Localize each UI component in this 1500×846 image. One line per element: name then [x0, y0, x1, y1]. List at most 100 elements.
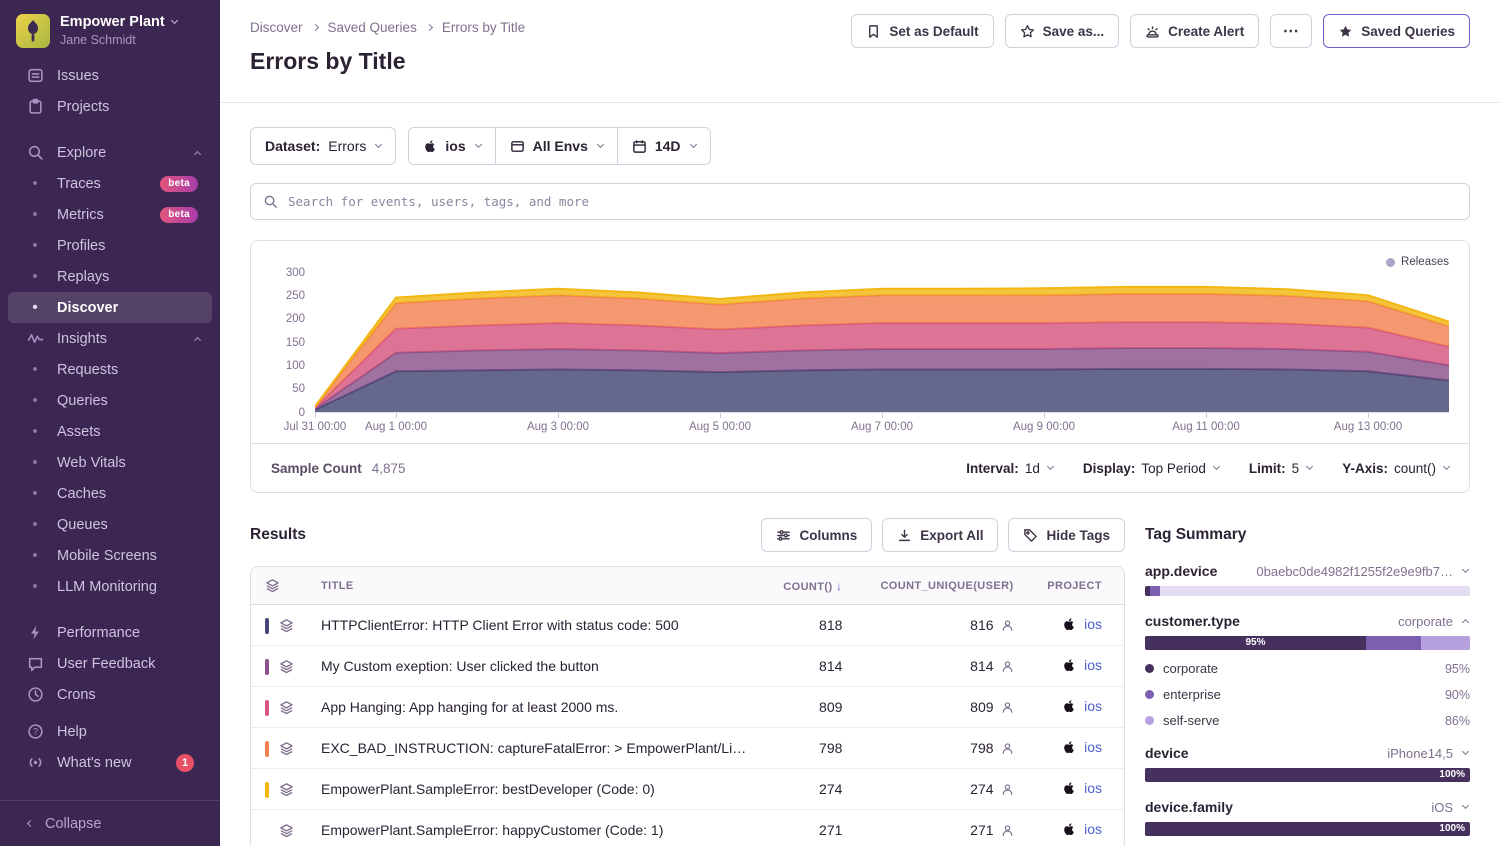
save-as-button[interactable]: Save as... — [1005, 14, 1120, 48]
sidebar-item-caches[interactable]: • Caches — [0, 478, 220, 509]
sidebar-item-label: Projects — [57, 99, 109, 115]
sidebar-item-insights[interactable]: Insights — [0, 323, 220, 354]
environment-selector[interactable]: All Envs — [496, 127, 618, 165]
tag-distribution-bar[interactable]: 100% — [1145, 768, 1470, 782]
sidebar-item-requests[interactable]: • Requests — [0, 354, 220, 385]
sidebar-item-crons[interactable]: Crons — [0, 679, 220, 710]
legend-label: enterprise — [1163, 687, 1221, 702]
tag-distribution-bar[interactable]: 95% — [1145, 636, 1470, 650]
column-header-count-unique[interactable]: COUNT_UNIQUE(USER) — [856, 567, 1027, 605]
sidebar-item-queries[interactable]: • Queries — [0, 385, 220, 416]
sidebar-item-label: What's new — [57, 755, 132, 771]
sidebar-item-label: Profiles — [57, 238, 105, 254]
sidebar-item-profiles[interactable]: • Profiles — [0, 230, 220, 261]
event-title-link[interactable]: EXC_BAD_INSTRUCTION: captureFatalError: … — [321, 740, 757, 756]
display-selector[interactable]: Display: Top Period — [1083, 461, 1219, 476]
sidebar-item-label: Insights — [57, 331, 107, 347]
sidebar-item-mobile-screens[interactable]: • Mobile Screens — [0, 540, 220, 571]
project-link[interactable]: ios — [1084, 698, 1102, 714]
user-icon — [1001, 619, 1014, 632]
count-value: 274 — [819, 781, 842, 797]
event-title-link[interactable]: EmpowerPlant.SampleError: bestDeveloper … — [321, 781, 655, 797]
breadcrumb-discover[interactable]: Discover — [250, 20, 303, 35]
chevron-down-icon — [1462, 802, 1469, 809]
project-link[interactable]: ios — [1084, 821, 1102, 837]
project-link[interactable]: ios — [1084, 739, 1102, 755]
column-header-count[interactable]: COUNT() ↓ — [764, 567, 857, 605]
event-title-link[interactable]: My Custom exeption: User clicked the but… — [321, 658, 599, 674]
interval-selector[interactable]: Interval: 1d — [966, 461, 1053, 476]
search-bar[interactable] — [250, 183, 1470, 220]
sidebar-item-user-feedback[interactable]: User Feedback — [0, 648, 220, 679]
tag-summary-panel: Tag Summary app.device0baebc0de4982f1255… — [1145, 517, 1470, 846]
project-link[interactable]: ios — [1084, 616, 1102, 632]
columns-button[interactable]: Columns — [761, 518, 872, 552]
chevron-down-icon — [1047, 463, 1054, 470]
y-tick-label: 200 — [286, 314, 305, 326]
tag-section-header[interactable]: app.device0baebc0de4982f1255f2e9e9fb7… — [1145, 563, 1470, 579]
project-link[interactable]: ios — [1084, 657, 1102, 673]
chevron-down-icon — [1213, 463, 1220, 470]
layers-icon — [279, 741, 294, 756]
sidebar-collapse-button[interactable]: Collapse — [0, 800, 220, 846]
tag-distribution-bar[interactable] — [1145, 586, 1470, 596]
tag-legend-row[interactable]: enterprise 90% — [1145, 687, 1470, 702]
limit-selector[interactable]: Limit: 5 — [1249, 461, 1312, 476]
tag-legend-row[interactable]: corporate95% — [1145, 661, 1470, 676]
tag-legend-row[interactable]: self-serve86% — [1145, 713, 1470, 728]
x-tick-mark — [1206, 413, 1207, 418]
sidebar-item-assets[interactable]: • Assets — [0, 416, 220, 447]
yaxis-selector[interactable]: Y-Axis: count() — [1342, 461, 1449, 476]
sidebar-item-issues[interactable]: Issues — [0, 60, 220, 91]
event-title-link[interactable]: App Hanging: App hanging for at least 20… — [321, 699, 618, 715]
tag-section-header[interactable]: device.familyiOS — [1145, 799, 1470, 815]
column-header-project[interactable]: PROJECT — [1028, 567, 1124, 605]
bullet-icon: • — [26, 362, 44, 377]
tag-sections: app.device0baebc0de4982f1255f2e9e9fb7… cu… — [1145, 563, 1470, 846]
dataset-selector[interactable]: Dataset: Errors — [250, 127, 396, 165]
tag-section-header[interactable]: customer.typecorporate — [1145, 613, 1470, 629]
stacked-area-chart[interactable] — [315, 273, 1449, 413]
set-as-default-button[interactable]: Set as Default — [851, 14, 993, 48]
date-range-selector[interactable]: 14D — [618, 127, 711, 165]
sidebar-item-queues[interactable]: • Queues — [0, 509, 220, 540]
event-title-link[interactable]: EmpowerPlant.SampleError: happyCustomer … — [321, 822, 663, 838]
tag-distribution-bar[interactable]: 100% — [1145, 822, 1470, 836]
chevron-down-icon — [1462, 566, 1469, 573]
project-selector[interactable]: ios — [408, 127, 495, 165]
export-all-button[interactable]: Export All — [882, 518, 998, 552]
sidebar-item-explore[interactable]: Explore — [0, 137, 220, 168]
chart-panel: Releases 050100150200250300 Jul 31 00:00… — [250, 240, 1470, 493]
tag-key: device — [1145, 745, 1189, 761]
more-options-button[interactable]: ⋯ — [1270, 14, 1312, 48]
sidebar-item-llm-monitoring[interactable]: • LLM Monitoring — [0, 571, 220, 602]
y-axis-labels: 050100150200250300 — [271, 273, 315, 413]
header-actions: Set as Default Save as... Create Alert ⋯… — [851, 14, 1470, 48]
sidebar-item-metrics[interactable]: • Metrics beta — [0, 199, 220, 230]
sidebar-item-performance[interactable]: Performance — [0, 617, 220, 648]
sidebar-item-traces[interactable]: • Traces beta — [0, 168, 220, 199]
tag-section-header[interactable]: deviceiPhone14,5 — [1145, 745, 1470, 761]
org-switcher[interactable]: Empower Plant Jane Schmidt — [0, 12, 220, 60]
saved-queries-button[interactable]: Saved Queries — [1323, 14, 1470, 48]
create-alert-button[interactable]: Create Alert — [1130, 14, 1259, 48]
releases-legend-label: Releases — [1401, 256, 1449, 268]
legend-percent: 90% — [1445, 688, 1470, 702]
chart-legend[interactable]: Releases — [271, 253, 1449, 271]
sidebar-item-replays[interactable]: • Replays — [0, 261, 220, 292]
sidebar-item-projects[interactable]: Projects — [0, 91, 220, 122]
breadcrumb-saved-queries[interactable]: Saved Queries — [328, 20, 417, 35]
hide-tags-button[interactable]: Hide Tags — [1008, 518, 1125, 552]
layers-icon — [279, 823, 294, 838]
column-header-title[interactable]: TITLE — [307, 567, 764, 605]
project-link[interactable]: ios — [1084, 780, 1102, 796]
sidebar-item-discover[interactable]: • Discover — [8, 292, 212, 323]
sidebar-item-web-vitals[interactable]: • Web Vitals — [0, 447, 220, 478]
series-color-swatch — [265, 823, 269, 839]
sidebar-item-help[interactable]: ? Help — [0, 716, 220, 747]
sidebar-item-whats-new[interactable]: What's new 1 — [0, 747, 220, 778]
search-input[interactable] — [288, 194, 1457, 209]
tag-segment-percent: 100% — [1439, 768, 1465, 782]
event-title-link[interactable]: HTTPClientError: HTTP Client Error with … — [321, 617, 679, 633]
chart-footer: Sample Count 4,875 Interval: 1d Display:… — [251, 443, 1469, 492]
